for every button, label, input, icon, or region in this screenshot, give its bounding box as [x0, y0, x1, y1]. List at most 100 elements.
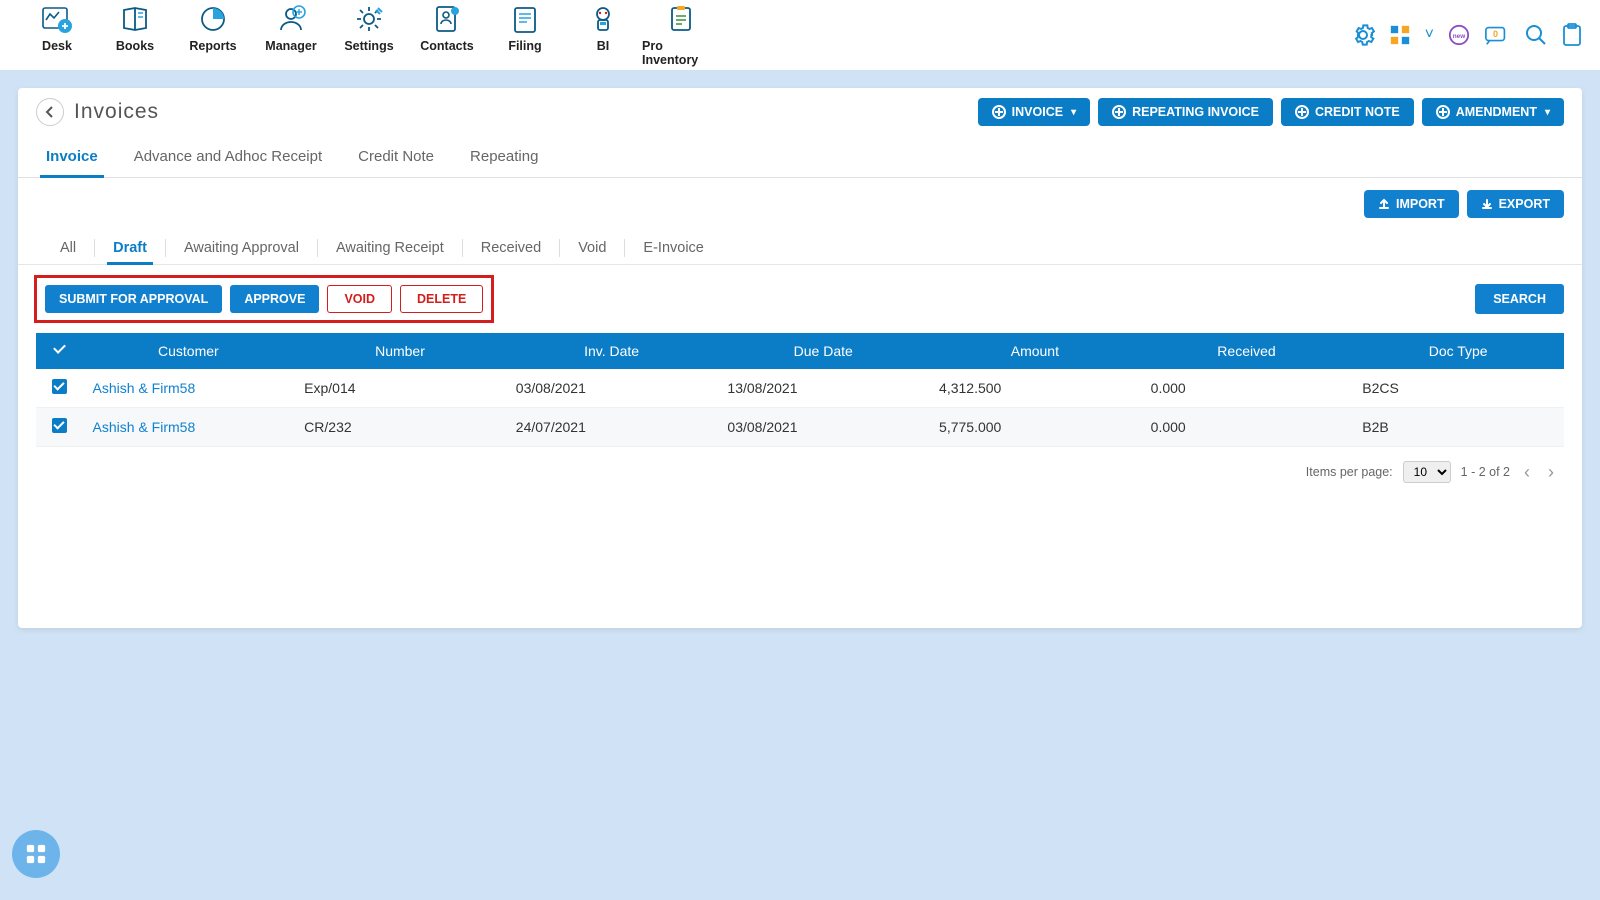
- filter-tab-received[interactable]: Received: [463, 232, 559, 264]
- nav-icon: [198, 3, 228, 35]
- filter-tab-awaiting-receipt[interactable]: Awaiting Receipt: [318, 232, 462, 264]
- cell-due-date: 03/08/2021: [717, 408, 929, 447]
- new-badge-icon[interactable]: new: [1448, 24, 1470, 46]
- tab-repeating[interactable]: Repeating: [470, 140, 538, 177]
- nav-icon: [275, 3, 307, 35]
- export-button[interactable]: EXPORT: [1467, 190, 1564, 218]
- dropdown-caret-icon[interactable]: ˅: [1425, 26, 1434, 44]
- cell-amount: 4,312.500: [929, 369, 1141, 408]
- notification-count: 0: [1493, 29, 1498, 39]
- credit-note-button[interactable]: CREDIT NOTE: [1281, 98, 1414, 126]
- tab-invoice[interactable]: Invoice: [46, 140, 98, 177]
- nav-icon: [354, 3, 384, 35]
- clipboard-icon[interactable]: [1562, 23, 1582, 47]
- import-export-row: IMPORT EXPORT: [18, 178, 1582, 224]
- plus-icon: [1295, 105, 1309, 119]
- top-nav: Desk Books Reports Manager Settings Contacts F…: [0, 0, 1600, 70]
- back-button[interactable]: [36, 98, 64, 126]
- pager: Items per page: 10 1 - 2 of 2 ‹ ›: [18, 447, 1582, 497]
- items-per-page-label: Items per page:: [1306, 465, 1393, 479]
- chevron-down-icon: ▾: [1071, 107, 1076, 118]
- import-button[interactable]: IMPORT: [1364, 190, 1459, 218]
- topnav-item-reports[interactable]: Reports: [174, 0, 252, 73]
- plus-icon: [992, 105, 1006, 119]
- pager-next[interactable]: ›: [1544, 462, 1558, 483]
- cell-due-date: 13/08/2021: [717, 369, 929, 408]
- filter-tabs: AllDraftAwaiting ApprovalAwaiting Receip…: [18, 224, 1582, 265]
- nav-label: BI: [597, 39, 610, 53]
- amendment-button[interactable]: AMENDMENT▾: [1422, 98, 1564, 126]
- nav-label: Pro Inventory: [642, 39, 720, 67]
- invoice-button[interactable]: INVOICE▾: [978, 98, 1090, 126]
- row-checkbox[interactable]: [52, 418, 67, 433]
- filter-tab-e-invoice[interactable]: E-Invoice: [625, 232, 721, 264]
- main-panel: Invoices INVOICE▾ REPEATING INVOICE CRED…: [18, 88, 1582, 628]
- approve-button[interactable]: APPROVE: [230, 285, 319, 313]
- topnav-item-filing[interactable]: Filing: [486, 0, 564, 73]
- plus-icon: [1436, 105, 1450, 119]
- action-row: SUBMIT FOR APPROVAL APPROVE VOID DELETE …: [18, 265, 1582, 333]
- topnav-item-bi[interactable]: BI: [564, 0, 642, 73]
- cell-inv-date: 24/07/2021: [506, 408, 718, 447]
- settings-gear-icon[interactable]: [1351, 23, 1375, 47]
- tab-advance-and-adhoc-receipt[interactable]: Advance and Adhoc Receipt: [134, 140, 322, 177]
- table-row: Ashish & Firm58CR/23224/07/202103/08/202…: [36, 408, 1564, 447]
- cell-customer[interactable]: Ashish & Firm58: [83, 408, 295, 447]
- cell-number: Exp/014: [294, 369, 506, 408]
- nav-label: Manager: [265, 39, 316, 53]
- table-header-row: Customer Number Inv. Date Due Date Amoun…: [36, 333, 1564, 369]
- floating-action-button[interactable]: [12, 830, 60, 878]
- search-button[interactable]: SEARCH: [1475, 284, 1564, 314]
- topnav-item-desk[interactable]: Desk: [18, 0, 96, 73]
- nav-label: Reports: [189, 39, 236, 53]
- pager-prev[interactable]: ‹: [1520, 462, 1534, 483]
- filter-tab-draft[interactable]: Draft: [95, 232, 165, 264]
- col-customer: Customer: [83, 333, 295, 369]
- nav-label: Books: [116, 39, 154, 53]
- void-button[interactable]: VOID: [327, 285, 392, 313]
- col-inv-date: Inv. Date: [506, 333, 718, 369]
- cell-doc-type: B2CS: [1352, 369, 1564, 408]
- nav-label: Settings: [344, 39, 393, 53]
- table-row: Ashish & Firm58Exp/01403/08/202113/08/20…: [36, 369, 1564, 408]
- grid-icon[interactable]: [1389, 24, 1411, 46]
- cell-doc-type: B2B: [1352, 408, 1564, 447]
- col-number: Number: [294, 333, 506, 369]
- repeating-invoice-button[interactable]: REPEATING INVOICE: [1098, 98, 1273, 126]
- cell-number: CR/232: [294, 408, 506, 447]
- nav-label: Filing: [508, 39, 541, 53]
- topnav-item-books[interactable]: Books: [96, 0, 174, 73]
- main-tabs: Invoice Advance and Adhoc Receipt Credit N…: [18, 126, 1582, 178]
- topnav-item-pro-inventory[interactable]: Pro Inventory: [642, 0, 720, 73]
- nav-icon: [588, 3, 618, 35]
- submit-for-approval-button[interactable]: SUBMIT FOR APPROVAL: [45, 285, 222, 313]
- filter-tab-awaiting-approval[interactable]: Awaiting Approval: [166, 232, 317, 264]
- top-nav-right: ˅ new 0: [1351, 23, 1582, 47]
- cell-customer[interactable]: Ashish & Firm58: [83, 369, 295, 408]
- row-checkbox[interactable]: [52, 379, 67, 394]
- nav-label: Contacts: [420, 39, 473, 53]
- nav-icon: [432, 3, 462, 35]
- cell-amount: 5,775.000: [929, 408, 1141, 447]
- topnav-item-manager[interactable]: Manager: [252, 0, 330, 73]
- tab-credit-note[interactable]: Credit Note: [358, 140, 434, 177]
- filter-tab-void[interactable]: Void: [560, 232, 624, 264]
- nav-label: Desk: [42, 39, 72, 53]
- col-doc-type: Doc Type: [1352, 333, 1564, 369]
- plus-icon: [1112, 105, 1126, 119]
- notification-icon[interactable]: 0: [1484, 23, 1510, 47]
- delete-button[interactable]: DELETE: [400, 285, 483, 313]
- cell-inv-date: 03/08/2021: [506, 369, 718, 408]
- search-icon[interactable]: [1524, 23, 1548, 47]
- highlighted-actions: SUBMIT FOR APPROVAL APPROVE VOID DELETE: [34, 275, 494, 323]
- select-all-header[interactable]: [36, 333, 83, 369]
- nav-icon: [511, 3, 539, 35]
- table-body: Ashish & Firm58Exp/01403/08/202113/08/20…: [36, 369, 1564, 447]
- topnav-item-contacts[interactable]: Contacts: [408, 0, 486, 73]
- filter-tab-all[interactable]: All: [42, 232, 94, 264]
- page-title: Invoices: [74, 100, 159, 124]
- topnav-item-settings[interactable]: Settings: [330, 0, 408, 73]
- download-icon: [1481, 198, 1493, 210]
- top-nav-left: Desk Books Reports Manager Settings Contacts F…: [18, 0, 720, 73]
- items-per-page-select[interactable]: 10: [1403, 461, 1451, 483]
